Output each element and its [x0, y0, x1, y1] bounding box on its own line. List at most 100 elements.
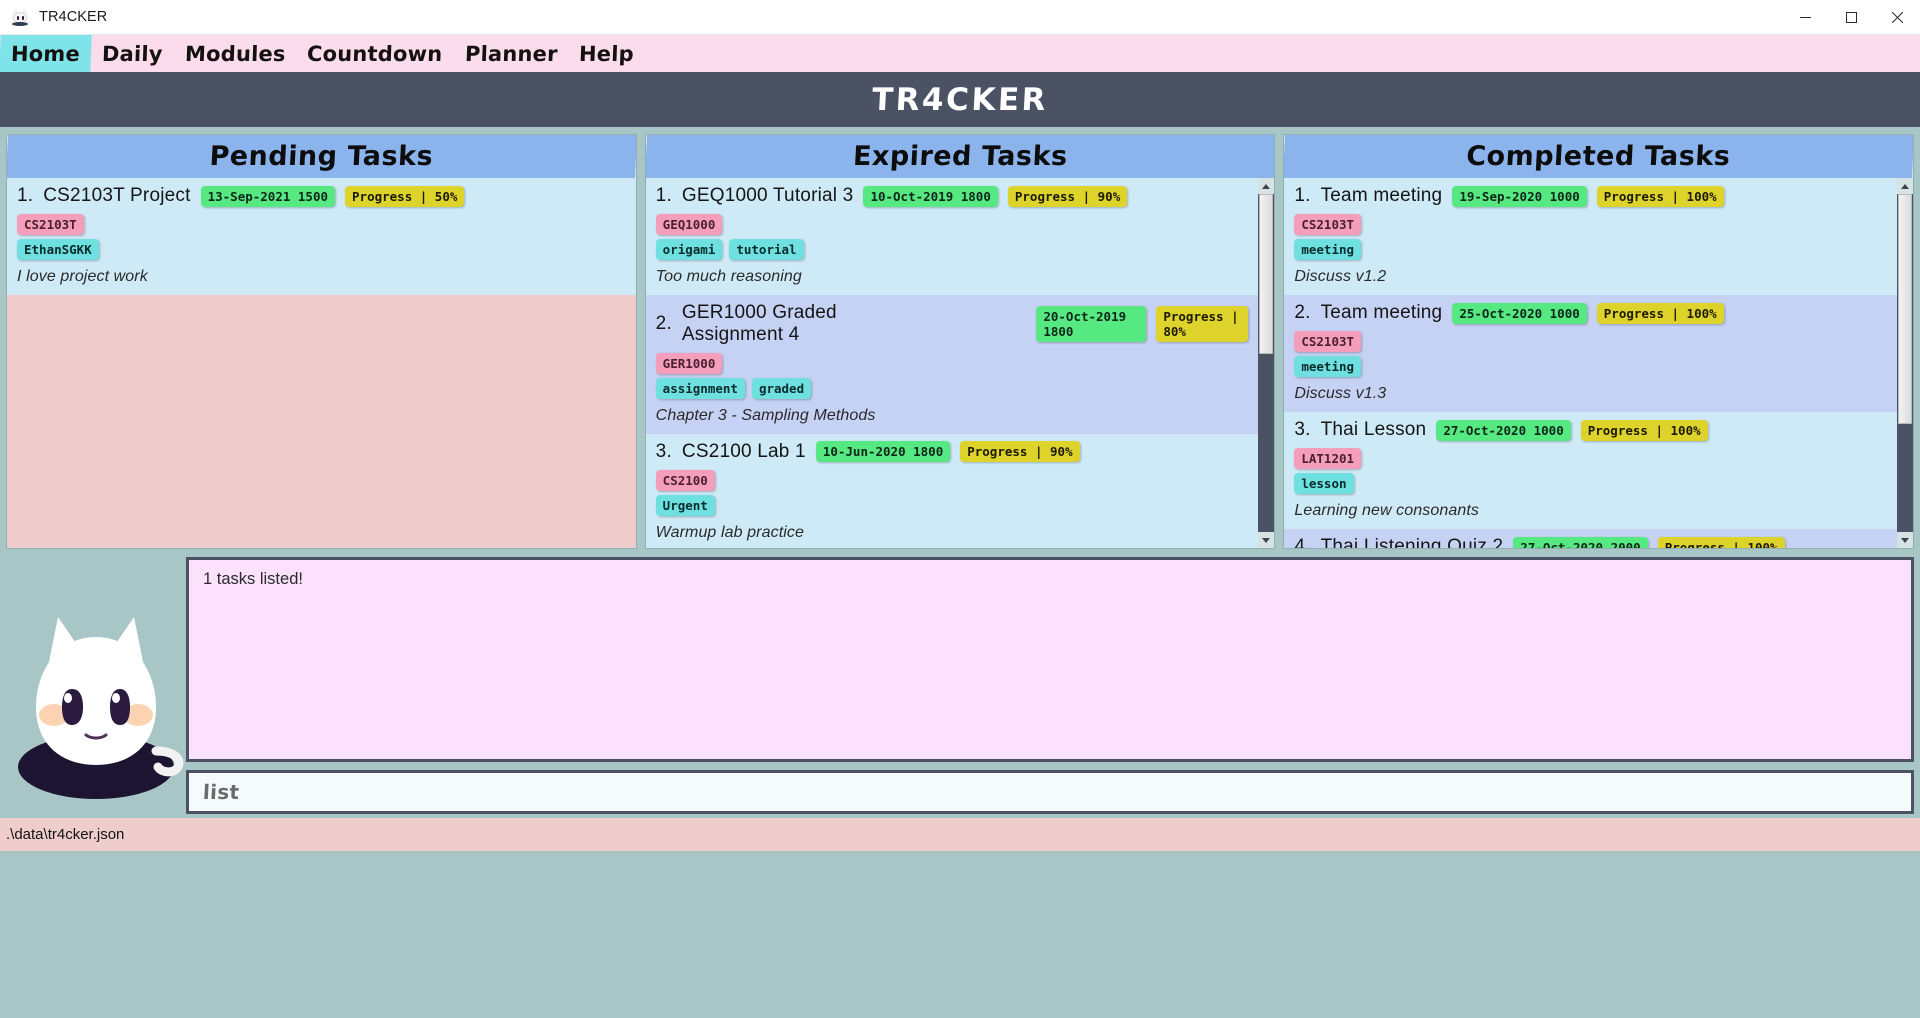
task-header: 4. Thai Listening Quiz 2 27-Oct-2020 200…: [1294, 536, 1887, 548]
task-index: 3.: [655, 440, 672, 462]
scroll-down-icon[interactable]: [1897, 532, 1914, 548]
menu-item-modules[interactable]: Modules: [173, 35, 297, 72]
task-tags: CS2103T meeting: [1294, 331, 1887, 377]
task-progress-pill: Progress | 100%: [1657, 536, 1785, 548]
cat-mascot-icon: [18, 617, 184, 799]
task-card[interactable]: 1. CS2103T Project 13-Sep-2021 1500 Prog…: [7, 178, 636, 295]
menu-item-countdown[interactable]: Countdown: [296, 35, 455, 72]
task-tags: CS2100 Urgent: [655, 469, 1249, 516]
task-progress-pill: Progress | 50%: [345, 185, 465, 207]
label-tag: meeting: [1294, 239, 1362, 260]
panel-completed-tasks: Completed Tasks 1. Team meeting 19-Sep-2…: [1283, 134, 1915, 549]
task-card[interactable]: 1. Team meeting 19-Sep-2020 1000 Progres…: [1284, 178, 1898, 295]
task-card[interactable]: 2. GER1000 Graded Assignment 4 20-Oct-20…: [645, 295, 1259, 434]
status-file-path: .\data\tr4cker.json: [6, 826, 125, 843]
label-tag: origami: [655, 239, 723, 260]
command-input-box[interactable]: list: [186, 770, 1914, 814]
scrollbar-expired[interactable]: [1258, 178, 1275, 548]
close-button[interactable]: [1874, 0, 1920, 35]
scroll-down-icon[interactable]: [1258, 532, 1275, 548]
task-progress-pill: Progress | 90%: [1007, 185, 1128, 207]
module-tag: GER1000: [655, 352, 723, 374]
window-title: TR4CKER: [39, 9, 108, 25]
label-tag: graded: [751, 377, 812, 399]
module-tag: CS2100: [655, 469, 715, 491]
task-header: 3. Thai Lesson 27-Oct-2020 1000 Progress…: [1294, 419, 1887, 441]
module-tag-row: GER1000: [655, 352, 723, 374]
task-deadline-pill: 27-Oct-2020 2000: [1513, 536, 1648, 548]
module-tag: CS2103T: [17, 214, 84, 235]
task-name: Thai Lesson: [1320, 419, 1427, 441]
label-tag: tutorial: [729, 239, 804, 260]
scroll-up-icon[interactable]: [1897, 178, 1914, 194]
scrollbar-thumb[interactable]: [1898, 194, 1913, 424]
scrollbar-track[interactable]: [1897, 194, 1914, 532]
command-input-value[interactable]: list: [202, 780, 240, 804]
task-name: Thai Listening Quiz 2: [1320, 536, 1504, 548]
task-progress-pill: Progress | 100%: [1596, 302, 1724, 324]
task-index: 1.: [1294, 185, 1311, 206]
menu-item-home[interactable]: Home: [0, 35, 92, 72]
scrollbar-thumb[interactable]: [1259, 194, 1274, 354]
module-tag: CS2103T: [1294, 214, 1362, 235]
task-tags: GER1000 assignment graded: [655, 352, 1249, 399]
bottom-area: 1 tasks listed! list: [0, 549, 1920, 818]
task-card[interactable]: 2. Team meeting 25-Oct-2020 1000 Progres…: [1284, 295, 1898, 412]
task-name: GER1000 Graded Assignment 4: [681, 302, 837, 345]
task-index: 2.: [1294, 302, 1311, 323]
task-name: CS2103T Project: [43, 185, 191, 207]
label-tag: EthanSGKK: [17, 239, 99, 260]
panel-body-pending: 1. CS2103T Project 13-Sep-2021 1500 Prog…: [7, 178, 636, 548]
menu-item-daily[interactable]: Daily: [90, 35, 174, 72]
panel-title-completed: Completed Tasks: [1284, 135, 1914, 178]
menu-item-planner[interactable]: Planner: [453, 35, 569, 72]
task-header: 2. GER1000 Graded Assignment 4 20-Oct-20…: [656, 302, 1249, 346]
task-list-expired[interactable]: 1. GEQ1000 Tutorial 3 10-Oct-2019 1800 P…: [645, 178, 1259, 548]
task-description: Chapter 3 - Sampling Methods: [655, 406, 876, 424]
minimize-button[interactable]: [1782, 0, 1828, 35]
task-card[interactable]: 3. Thai Lesson 27-Oct-2020 1000 Progress…: [1284, 412, 1898, 529]
mascot-illustration: [6, 555, 186, 814]
app-header: TR4CKER: [0, 72, 1920, 127]
task-description: Discuss v1.3: [1294, 385, 1387, 402]
panel-expired-tasks: Expired Tasks 1. GEQ1000 Tutorial 3 10-O…: [644, 134, 1276, 549]
task-header: 1. CS2103T Project 13-Sep-2021 1500 Prog…: [17, 185, 626, 207]
menu-item-help[interactable]: Help: [568, 35, 646, 72]
task-index: 3.: [1294, 419, 1311, 440]
maximize-button[interactable]: [1828, 0, 1874, 35]
cat-icon: [10, 7, 30, 27]
scroll-up-icon[interactable]: [1258, 178, 1275, 194]
task-index: 1.: [17, 185, 34, 206]
task-deadline-pill: 19-Sep-2020 1000: [1452, 185, 1587, 207]
task-tags: CS2103T EthanSGKK: [17, 214, 626, 260]
task-card[interactable]: 3. CS2100 Lab 1 10-Jun-2020 1800 Progres…: [645, 433, 1259, 548]
task-deadline-pill: 25-Oct-2020 1000: [1452, 302, 1587, 324]
task-index: 2.: [655, 312, 672, 334]
task-tags: CS2103T meeting: [1294, 214, 1887, 260]
module-tag-row: CS2103T: [17, 214, 84, 235]
task-list-completed[interactable]: 1. Team meeting 19-Sep-2020 1000 Progres…: [1284, 178, 1898, 548]
task-list-pending[interactable]: 1. CS2103T Project 13-Sep-2021 1500 Prog…: [7, 178, 636, 548]
scrollbar-completed[interactable]: [1897, 178, 1914, 548]
task-description: Learning new consonants: [1294, 502, 1479, 519]
label-tag: lesson: [1294, 473, 1354, 494]
label-tag-row: Urgent: [655, 494, 715, 516]
module-tag-row: CS2103T: [1294, 331, 1362, 352]
task-deadline-pill: 13-Sep-2021 1500: [200, 185, 336, 207]
status-bar: .\data\tr4cker.json: [0, 818, 1920, 851]
task-header: 3. CS2100 Lab 1 10-Jun-2020 1800 Progres…: [656, 441, 1249, 463]
task-card[interactable]: 4. Thai Listening Quiz 2 27-Oct-2020 200…: [1284, 529, 1898, 548]
task-progress-pill: Progress | 100%: [1580, 419, 1708, 441]
panel-pending-tasks: Pending Tasks 1. CS2103T Project 13-Sep-…: [6, 134, 637, 549]
label-tag-row: meeting: [1294, 239, 1362, 260]
task-description: Discuss v1.2: [1294, 268, 1387, 285]
app-brand-title: TR4CKER: [871, 81, 1049, 118]
task-card[interactable]: 1. GEQ1000 Tutorial 3 10-Oct-2019 1800 P…: [645, 178, 1259, 295]
task-deadline-pill: 20-Oct-2019 1800: [1036, 305, 1147, 342]
label-tag: meeting: [1294, 356, 1362, 377]
task-deadline-pill: 27-Oct-2020 1000: [1436, 419, 1571, 441]
panel-title-pending: Pending Tasks: [6, 135, 636, 178]
scrollbar-track[interactable]: [1258, 194, 1275, 532]
result-display-box: 1 tasks listed!: [186, 557, 1914, 762]
menu-bar: Home Daily Modules Countdown Planner Hel…: [0, 35, 1920, 72]
